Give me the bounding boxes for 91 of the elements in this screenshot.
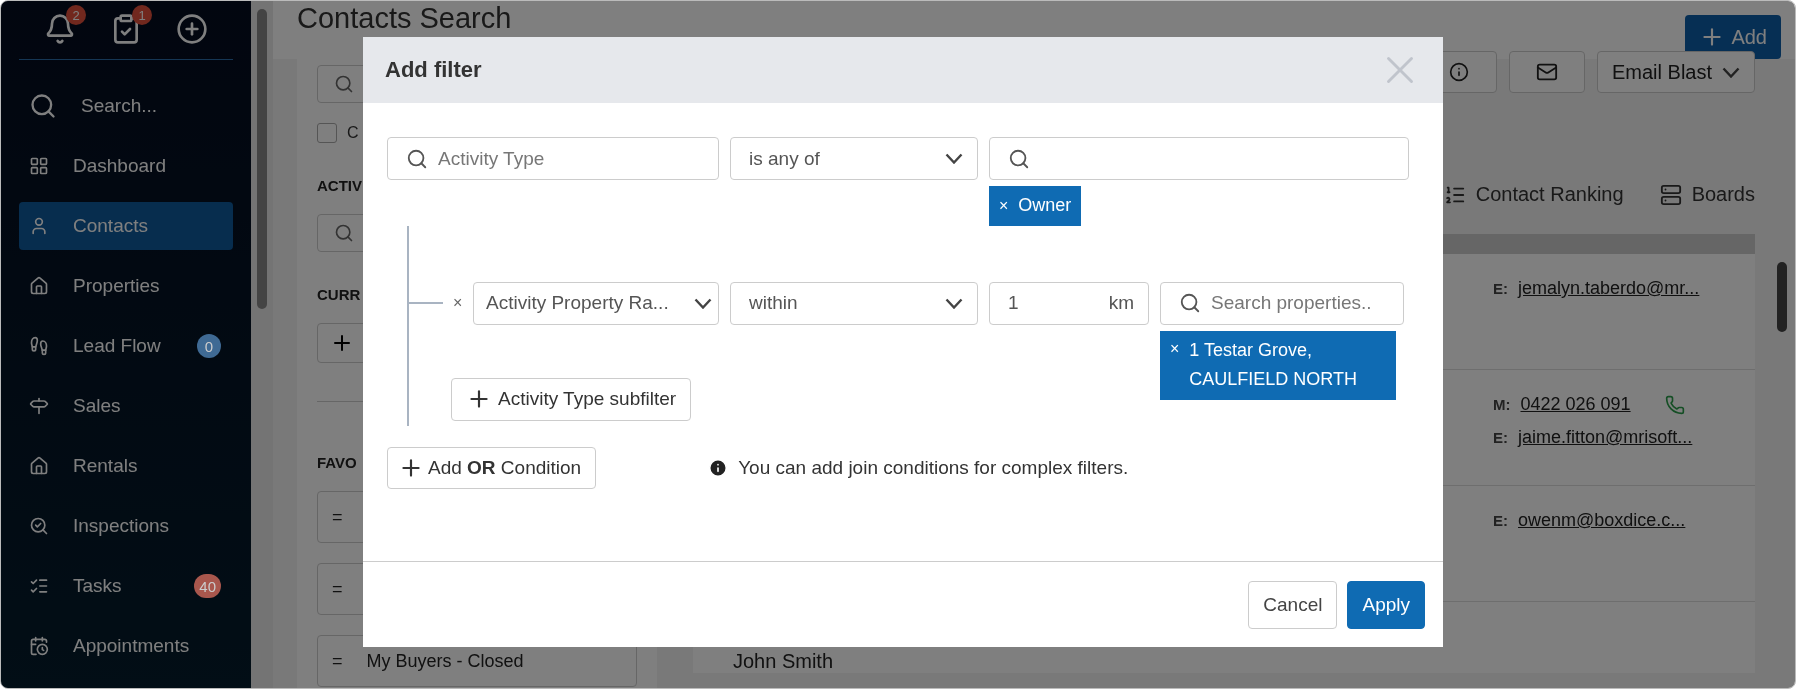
search-icon bbox=[29, 92, 57, 120]
drag-handle[interactable]: = bbox=[332, 506, 343, 528]
view-link[interactable]: Boards bbox=[1659, 183, 1755, 206]
drag-handle[interactable]: = bbox=[332, 578, 343, 600]
email-link[interactable]: jemalyn.taberdo@mr... bbox=[1518, 278, 1700, 299]
sidebar-item[interactable]: Appointments bbox=[19, 622, 233, 670]
remove-tag-button[interactable]: × bbox=[999, 191, 1009, 221]
field-dropdown[interactable]: Activity Property Ra... bbox=[473, 281, 719, 325]
operator-dropdown[interactable]: is any of bbox=[730, 137, 978, 180]
boards-icon bbox=[1659, 183, 1682, 206]
sidebar-item-label: Lead Flow bbox=[73, 335, 162, 357]
sidebar-item[interactable]: Search... bbox=[19, 82, 233, 130]
person-icon bbox=[29, 216, 49, 236]
dialog-title: Add filter bbox=[385, 57, 482, 83]
sidebar-item[interactable]: Sales bbox=[19, 382, 233, 430]
email-blast-dropdown[interactable]: Email Blast bbox=[1596, 51, 1755, 93]
sidebar-item-label: Appointments bbox=[73, 635, 191, 657]
scrollbar[interactable] bbox=[251, 1, 273, 688]
add-icon[interactable] bbox=[176, 13, 208, 45]
sidebar-item-label: Dashboard bbox=[73, 155, 167, 177]
distance-input[interactable]: 1 km bbox=[989, 281, 1149, 325]
email-link[interactable]: jaime.fitton@mrisoft... bbox=[1518, 427, 1693, 448]
favorite-label: My Buyers - Closed bbox=[366, 650, 524, 672]
search-icon bbox=[1008, 147, 1030, 170]
tag-label: 1 Testar Grove, CAULFIELD NORTH bbox=[1189, 338, 1359, 392]
drag-handle[interactable]: = bbox=[332, 650, 343, 672]
magnifier-check-icon bbox=[29, 516, 49, 536]
count-badge: 0 bbox=[197, 334, 221, 358]
unit-label: km bbox=[1108, 292, 1134, 315]
mail-icon bbox=[1535, 61, 1558, 83]
field-prefix: M: bbox=[1493, 396, 1511, 413]
calendar-icon bbox=[29, 636, 49, 656]
info-icon bbox=[708, 457, 729, 478]
count-badge: 1 bbox=[132, 5, 152, 25]
sidebar-item-label: Properties bbox=[73, 275, 161, 297]
house-icon bbox=[29, 456, 49, 476]
sidebar-item[interactable]: Lead Flow 0 bbox=[19, 322, 233, 370]
add-or-condition-button[interactable]: Add OR Condition bbox=[387, 446, 597, 489]
remove-subfilter-button[interactable]: × bbox=[453, 294, 463, 313]
operator-dropdown[interactable]: within bbox=[730, 281, 978, 325]
phone-link[interactable]: 0422 026 091 bbox=[1520, 394, 1631, 415]
remove-tag-button[interactable]: × bbox=[1170, 339, 1180, 358]
search-icon bbox=[406, 147, 428, 170]
count-badge: 2 bbox=[66, 5, 86, 25]
chevron-down-icon bbox=[945, 153, 963, 164]
section-heading: CURR bbox=[317, 286, 361, 303]
sidebar-item-label: Inspections bbox=[73, 515, 171, 537]
sidebar-item-label: Sales bbox=[73, 395, 122, 417]
property-search[interactable]: Search properties.. bbox=[1160, 281, 1404, 325]
section-heading: ACTIV bbox=[317, 177, 362, 194]
chevron-down-icon bbox=[694, 297, 712, 309]
checkbox-label: C bbox=[347, 124, 359, 142]
sidebar-item[interactable]: Tasks 40 bbox=[19, 562, 233, 610]
grid-icon bbox=[29, 156, 49, 176]
section-heading: FAVO bbox=[317, 454, 357, 471]
page-title: Contacts Search bbox=[297, 1, 512, 35]
sidebar-item-label: Contacts bbox=[73, 215, 149, 237]
apply-button[interactable]: Apply bbox=[1347, 580, 1425, 629]
view-link[interactable]: Contact Ranking bbox=[1443, 183, 1624, 206]
search-icon bbox=[1179, 292, 1201, 315]
sidebar-item-label: Tasks bbox=[73, 575, 123, 597]
chevron-down-icon bbox=[945, 297, 963, 309]
info-text: You can add join conditions for complex filters. bbox=[738, 456, 1129, 479]
field-prefix: E: bbox=[1493, 280, 1508, 297]
sidebar-item-label: Rentals bbox=[73, 455, 139, 477]
count-badge: 40 bbox=[194, 574, 221, 598]
footprints-icon bbox=[29, 336, 49, 356]
search-icon bbox=[334, 74, 354, 94]
field-prefix: E: bbox=[1493, 512, 1508, 529]
email-button[interactable] bbox=[1508, 51, 1585, 93]
house-icon bbox=[29, 276, 49, 296]
sidebar-item[interactable]: Properties bbox=[19, 262, 233, 310]
tag-label: Owner bbox=[1018, 194, 1072, 217]
sidebar-item[interactable]: Dashboard bbox=[19, 142, 233, 190]
field-search[interactable]: Activity Type bbox=[387, 137, 719, 180]
signpost-icon bbox=[29, 396, 49, 416]
chevron-down-icon bbox=[1722, 66, 1740, 78]
info-icon bbox=[1448, 62, 1469, 82]
sidebar-item[interactable]: Contacts bbox=[19, 202, 233, 250]
checkbox[interactable] bbox=[317, 123, 337, 143]
add-subfilter-button[interactable]: Activity Type subfilter bbox=[451, 377, 692, 421]
sidebar-item[interactable]: Rentals bbox=[19, 442, 233, 490]
cancel-button[interactable]: Cancel bbox=[1248, 580, 1338, 629]
phone-icon[interactable] bbox=[1664, 394, 1685, 415]
sidebar-item[interactable]: Inspections bbox=[19, 502, 233, 550]
email-link[interactable]: owenm@boxdice.c... bbox=[1518, 510, 1686, 531]
search-icon bbox=[334, 223, 354, 243]
checklist-icon bbox=[29, 576, 49, 596]
field-prefix: E: bbox=[1493, 429, 1508, 446]
sidebar-item-label: Search... bbox=[81, 95, 159, 117]
scrollbar[interactable] bbox=[1777, 262, 1787, 332]
